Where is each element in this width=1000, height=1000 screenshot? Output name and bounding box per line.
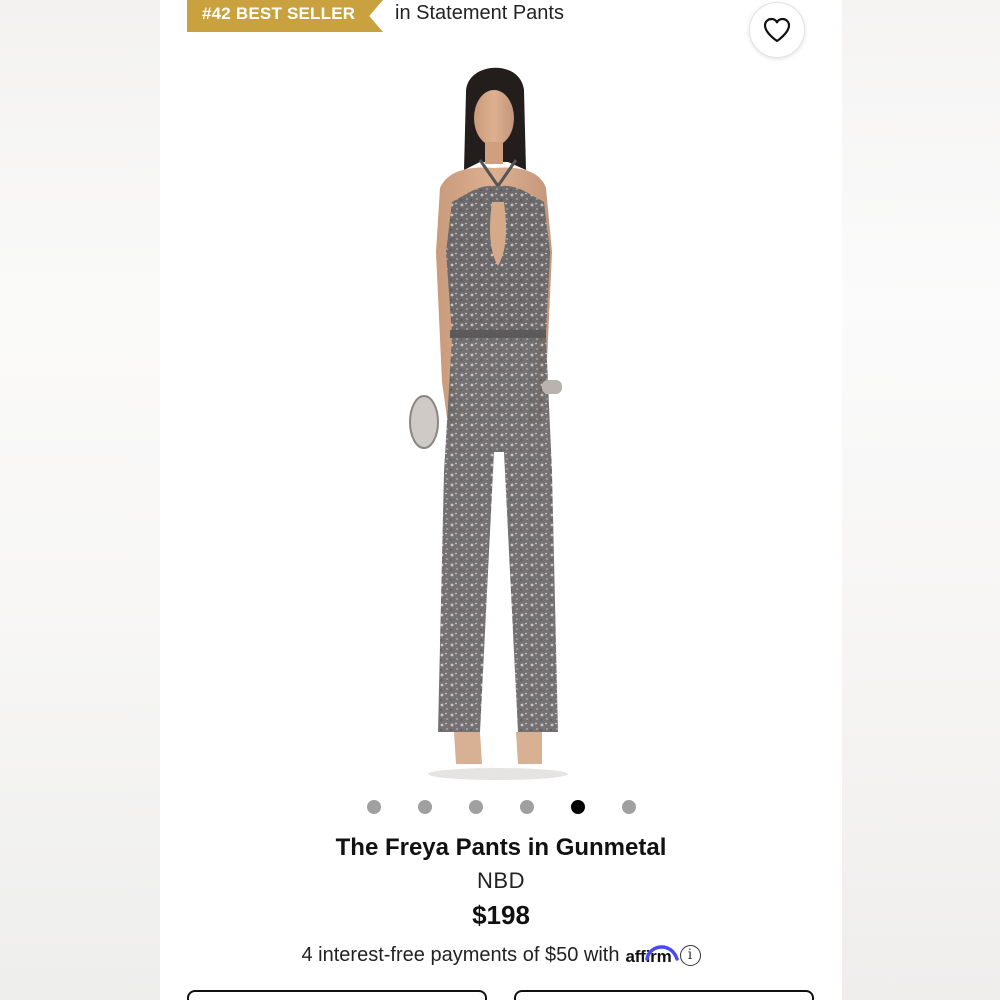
product-image[interactable]	[320, 52, 660, 787]
affirm-arc-icon	[645, 945, 680, 961]
model-illustration	[409, 67, 568, 780]
financing-row: 4 interest-free payments of $50 with aff…	[160, 943, 842, 967]
image-carousel-dots	[160, 800, 842, 816]
best-seller-label: #42 BEST SELLER	[202, 4, 356, 23]
add-to-bag-button[interactable]	[514, 990, 814, 1000]
right-backdrop	[842, 0, 1000, 1000]
financing-text: 4 interest-free payments of $50 with	[301, 943, 620, 966]
affirm-logo[interactable]: affirm	[625, 943, 680, 967]
wishlist-button[interactable]	[749, 2, 805, 58]
carousel-dot-2[interactable]	[417, 800, 432, 814]
info-icon[interactable]: i	[679, 944, 701, 966]
category-link[interactable]: in Statement Pants	[395, 2, 564, 25]
product-screen: #42 BEST SELLER in Statement Pants The F…	[160, 0, 842, 1000]
left-backdrop	[0, 0, 160, 1000]
heart-icon	[763, 17, 791, 43]
product-price: $198	[472, 900, 530, 930]
product-brand[interactable]: NBD	[160, 868, 842, 894]
carousel-dot-5-active[interactable]	[570, 800, 585, 814]
carousel-dot-4[interactable]	[519, 800, 534, 814]
size-select-button[interactable]	[187, 990, 487, 1000]
carousel-dot-3[interactable]	[468, 800, 483, 814]
product-title: The Freya Pants in Gunmetal	[335, 834, 667, 861]
carousel-dot-6[interactable]	[621, 800, 636, 814]
carousel-dot-1[interactable]	[366, 800, 381, 814]
